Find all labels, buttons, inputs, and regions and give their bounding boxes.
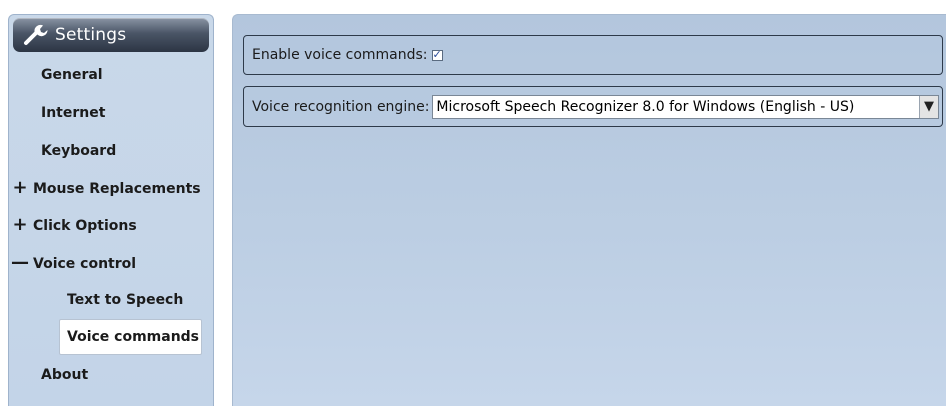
sidebar-item-click-options[interactable]: + Click Options (11, 210, 137, 240)
settings-header: Settings (13, 18, 209, 52)
sidebar-item-mouse-replacements[interactable]: + Mouse Replacements (11, 173, 201, 203)
checkmark-icon: ✓ (432, 47, 442, 61)
engine-group: Voice recognition engine: Microsoft Spee… (243, 86, 943, 127)
sidebar-item-label: Voice control (33, 256, 137, 272)
sidebar-item-text-to-speech[interactable]: Text to Speech (67, 285, 183, 315)
sidebar-item-label: Keyboard (41, 143, 117, 159)
top-strip (0, 0, 946, 6)
expand-icon[interactable]: + (11, 210, 29, 240)
sidebar-item-keyboard[interactable]: Keyboard (41, 136, 116, 166)
sidebar-item-label: Voice commands (67, 329, 200, 345)
enable-voice-label: Enable voice commands: (252, 47, 428, 63)
dropdown-arrow-icon[interactable]: ▼ (919, 95, 938, 118)
enable-voice-group: Enable voice commands: ✓ (243, 35, 943, 75)
engine-select-value: Microsoft Speech Recognizer 8.0 for Wind… (436, 98, 855, 115)
settings-title: Settings (55, 25, 127, 45)
sidebar-item-label: Mouse Replacements (33, 181, 201, 197)
wrench-icon (24, 24, 48, 45)
sidebar-item-voice-control[interactable]: — Voice control (11, 248, 136, 278)
voice-commands-panel: Enable voice commands: ✓ Voice recogniti… (232, 14, 946, 406)
sidebar-item-label: General (41, 67, 103, 83)
enable-voice-checkbox[interactable]: ✓ (431, 47, 443, 61)
sidebar-item-general[interactable]: General (41, 60, 103, 90)
sidebar-item-internet[interactable]: Internet (41, 98, 105, 128)
sidebar-item-label: Text to Speech (67, 292, 184, 308)
engine-select[interactable]: Microsoft Speech Recognizer 8.0 for Wind… (432, 94, 939, 119)
engine-label: Voice recognition engine: (252, 98, 430, 115)
sidebar-item-label: About (41, 367, 89, 383)
collapse-icon[interactable]: — (11, 248, 29, 278)
sidebar-item-label: Internet (41, 105, 106, 121)
settings-sidebar: Settings General Internet Keyboard + Mous… (8, 14, 214, 406)
sidebar-item-about[interactable]: About (41, 360, 88, 390)
sidebar-item-label: Click Options (33, 218, 137, 234)
sidebar-item-voice-commands[interactable]: Voice commands (59, 319, 202, 355)
expand-icon[interactable]: + (11, 173, 29, 203)
